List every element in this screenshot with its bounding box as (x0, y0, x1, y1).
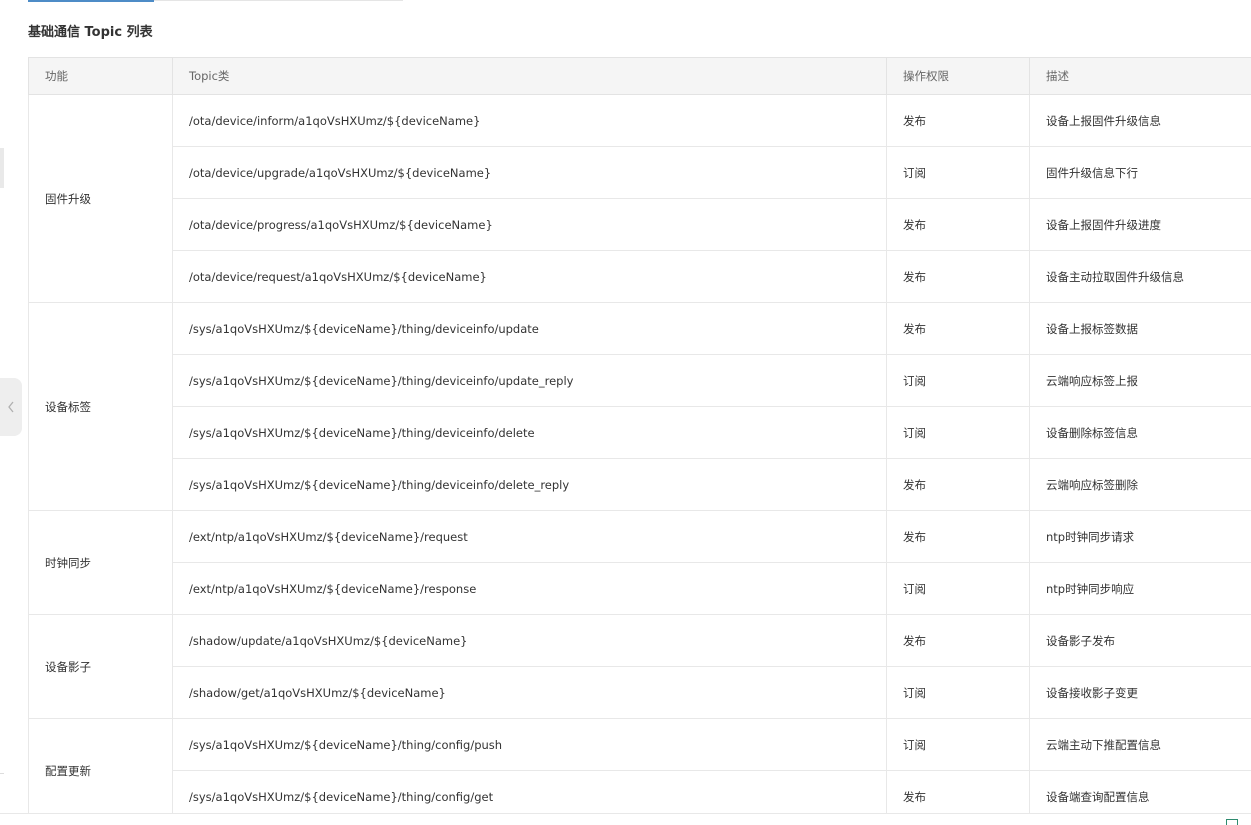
topic-cell: /shadow/get/a1qoVsHXUmz/${deviceName} (172, 666, 887, 719)
group-cell: 配置更新 (28, 718, 173, 813)
topic-cell: /sys/a1qoVsHXUmz/${deviceName}/thing/dev… (172, 458, 887, 511)
topic-cell: /ext/ntp/a1qoVsHXUmz/${deviceName}/respo… (172, 562, 887, 615)
permission-cell: 订阅 (886, 354, 1030, 407)
permission-cell: 发布 (886, 770, 1030, 813)
permission-cell: 订阅 (886, 406, 1030, 459)
topic-cell: /ota/device/upgrade/a1qoVsHXUmz/${device… (172, 146, 887, 199)
sidebar-collapse-handle[interactable] (0, 378, 22, 436)
description-cell: 云端主动下推配置信息 (1029, 718, 1251, 771)
topic-table: 功能 Topic类 操作权限 描述 固件升级 /ota/device/infor… (28, 57, 1251, 813)
topic-table-container: 功能 Topic类 操作权限 描述 固件升级 /ota/device/infor… (28, 57, 1251, 813)
group-cell: 设备影子 (28, 614, 173, 719)
table-row: 配置更新 /sys/a1qoVsHXUmz/${deviceName}/thin… (28, 718, 1251, 813)
table-header-row: 功能 Topic类 操作权限 描述 (28, 57, 1251, 95)
permission-cell: 订阅 (886, 666, 1030, 719)
permission-cell: 发布 (886, 302, 1030, 355)
permission-cell: 发布 (886, 614, 1030, 667)
description-cell: 设备上报固件升级进度 (1029, 198, 1251, 251)
table-row: /sys/a1qoVsHXUmz/${deviceName}/thing/con… (29, 770, 1251, 813)
description-cell: 设备主动拉取固件升级信息 (1029, 250, 1251, 303)
permission-cell: 订阅 (886, 718, 1030, 771)
topic-cell: /sys/a1qoVsHXUmz/${deviceName}/thing/con… (172, 770, 887, 813)
permission-cell: 发布 (886, 198, 1030, 251)
permission-cell: 发布 (886, 250, 1030, 303)
footer-divider (0, 813, 1251, 814)
description-cell: ntp时钟同步响应 (1029, 562, 1251, 615)
permission-cell: 订阅 (886, 146, 1030, 199)
topic-cell: /sys/a1qoVsHXUmz/${deviceName}/thing/dev… (172, 302, 887, 355)
group-cell: 时钟同步 (28, 510, 173, 615)
table-row: 时钟同步 /ext/ntp/a1qoVsHXUmz/${deviceName}/… (28, 510, 1251, 615)
topic-cell: /ota/device/progress/a1qoVsHXUmz/${devic… (172, 198, 887, 251)
chevron-left-icon (8, 401, 14, 413)
header-permission: 操作权限 (886, 57, 1030, 95)
page: 基础通信 Topic 列表 功能 Topic类 操作权限 描述 固件升级 /ot… (0, 0, 1251, 825)
group-cell: 固件升级 (28, 94, 173, 303)
description-cell: 设备上报固件升级信息 (1029, 94, 1251, 147)
table-row: /shadow/get/a1qoVsHXUmz/${deviceName} 订阅… (29, 666, 1251, 719)
permission-cell: 发布 (886, 458, 1030, 511)
table-row: /ota/device/upgrade/a1qoVsHXUmz/${device… (29, 146, 1251, 199)
description-cell: 设备上报标签数据 (1029, 302, 1251, 355)
table-row: /ext/ntp/a1qoVsHXUmz/${deviceName}/respo… (29, 562, 1251, 615)
description-cell: 固件升级信息下行 (1029, 146, 1251, 199)
table-row: /sys/a1qoVsHXUmz/${deviceName}/thing/dev… (29, 458, 1251, 511)
description-cell: 设备影子发布 (1029, 614, 1251, 667)
description-cell: 设备接收影子变更 (1029, 666, 1251, 719)
table-row: /sys/a1qoVsHXUmz/${deviceName}/thing/dev… (29, 354, 1251, 407)
permission-cell: 发布 (886, 510, 1030, 563)
table-row: /ota/device/request/a1qoVsHXUmz/${device… (29, 250, 1251, 303)
header-description: 描述 (1029, 57, 1251, 95)
description-cell: ntp时钟同步请求 (1029, 510, 1251, 563)
header-function: 功能 (28, 57, 173, 95)
description-cell: 云端响应标签上报 (1029, 354, 1251, 407)
topic-cell: /sys/a1qoVsHXUmz/${deviceName}/thing/dev… (172, 354, 887, 407)
table-row: /ota/device/progress/a1qoVsHXUmz/${devic… (29, 198, 1251, 251)
topic-cell: /shadow/update/a1qoVsHXUmz/${deviceName} (172, 614, 887, 667)
left-panel-edge (0, 148, 4, 188)
group-cell: 设备标签 (28, 302, 173, 511)
topic-cell: /sys/a1qoVsHXUmz/${deviceName}/thing/con… (172, 718, 887, 771)
permission-cell: 订阅 (886, 562, 1030, 615)
left-panel-divider (0, 773, 4, 774)
topic-cell: /ota/device/request/a1qoVsHXUmz/${device… (172, 250, 887, 303)
section-title: 基础通信 Topic 列表 (28, 25, 153, 40)
table-row: 设备标签 /sys/a1qoVsHXUmz/${deviceName}/thin… (28, 302, 1251, 511)
description-cell: 设备端查询配置信息 (1029, 770, 1251, 813)
table-row: 固件升级 /ota/device/inform/a1qoVsHXUmz/${de… (28, 94, 1251, 303)
window-icon[interactable] (1226, 819, 1238, 825)
topic-cell: /ota/device/inform/a1qoVsHXUmz/${deviceN… (172, 94, 887, 147)
table-row: /sys/a1qoVsHXUmz/${deviceName}/thing/dev… (29, 406, 1251, 459)
description-cell: 云端响应标签删除 (1029, 458, 1251, 511)
permission-cell: 发布 (886, 94, 1030, 147)
header-topic-class: Topic类 (172, 57, 887, 95)
active-tab-indicator (28, 0, 154, 2)
description-cell: 设备删除标签信息 (1029, 406, 1251, 459)
table-row: 设备影子 /shadow/update/a1qoVsHXUmz/${device… (28, 614, 1251, 719)
topic-cell: /sys/a1qoVsHXUmz/${deviceName}/thing/dev… (172, 406, 887, 459)
topic-cell: /ext/ntp/a1qoVsHXUmz/${deviceName}/reque… (172, 510, 887, 563)
